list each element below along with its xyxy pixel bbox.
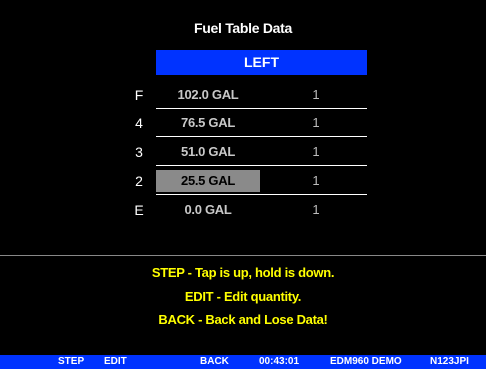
table-row[interactable]: 4 76.5 GAL 1 (0, 112, 486, 134)
back-button[interactable]: BACK (200, 355, 229, 369)
gallons-value-selected[interactable]: 25.5 GAL (156, 170, 260, 192)
help-step: STEP - Tap is up, hold is down. (151, 265, 335, 280)
gallons-value[interactable]: 51.0 GAL (156, 141, 260, 163)
tail-number: N123JPI (430, 356, 469, 367)
row-divider (156, 165, 367, 166)
help-back: BACK - Back and Lose Data! (158, 312, 328, 327)
row-letter: F (134, 87, 144, 103)
row-letter: 4 (135, 115, 143, 131)
tank-number: 1 (312, 87, 320, 102)
row-letter: 3 (135, 144, 143, 160)
gallons-value[interactable]: 0.0 GAL (156, 199, 260, 221)
tank-number: 1 (312, 173, 320, 188)
table-row[interactable]: E 0.0 GAL 1 (0, 199, 486, 221)
table-row[interactable]: 3 51.0 GAL 1 (0, 141, 486, 163)
clock-time: 00:43:01 (259, 356, 300, 367)
gallons-value[interactable]: 102.0 GAL (156, 84, 260, 106)
row-divider (156, 108, 367, 109)
table-row[interactable]: F 102.0 GAL 1 (0, 84, 486, 106)
help-panel: STEP - Tap is up, hold is down. EDIT - E… (0, 255, 486, 355)
row-divider (156, 194, 367, 195)
page-title: Fuel Table Data (194, 20, 292, 36)
device-name: EDM960 DEMO (330, 356, 402, 367)
gallons-value[interactable]: 76.5 GAL (156, 112, 260, 134)
row-letter: 2 (135, 173, 143, 189)
help-edit: EDIT - Edit quantity. (184, 289, 302, 304)
tank-header-left: LEFT (156, 50, 367, 75)
tank-number: 1 (312, 115, 320, 130)
tank-number: 1 (312, 202, 320, 217)
step-button[interactable]: STEP (58, 355, 84, 369)
row-letter: E (134, 202, 144, 218)
edit-button[interactable]: EDIT (104, 355, 127, 369)
tank-number: 1 (312, 144, 320, 159)
status-bar: STEP EDIT BACK 00:43:01 EDM960 DEMO N123… (0, 355, 486, 369)
table-row-selected[interactable]: 2 25.5 GAL 1 (0, 170, 486, 192)
row-divider (156, 136, 367, 137)
